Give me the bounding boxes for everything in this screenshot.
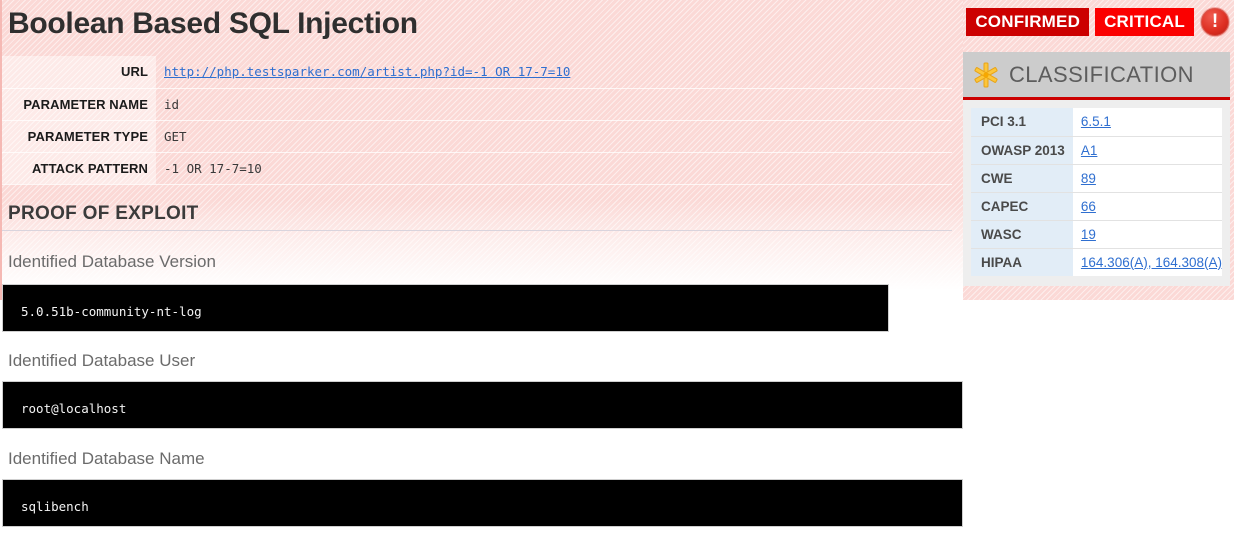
detail-value-parameter-type: GET [156, 120, 952, 153]
classification-panel: CLASSIFICATION PCI 3.1 6.5.1 OWASP 2013 … [963, 52, 1230, 286]
classification-link-owasp[interactable]: A1 [1081, 143, 1098, 158]
detail-value-url: http://php.testsparker.com/artist.php?id… [156, 56, 952, 89]
table-row: URL http://php.testsparker.com/artist.ph… [2, 56, 952, 89]
classification-value-hipaa: 164.306(A), 164.308(A) [1072, 248, 1222, 276]
classification-link-cwe[interactable]: 89 [1081, 171, 1096, 186]
table-row: HIPAA 164.306(A), 164.308(A) [971, 248, 1222, 276]
code-text: sqlibench [21, 499, 89, 514]
status-badge-critical: CRITICAL [1095, 8, 1194, 36]
classification-value-cwe: 89 [1072, 164, 1222, 193]
proof-label-database-name: Identified Database Name [8, 449, 205, 468]
classification-label-pci: PCI 3.1 [971, 108, 1073, 137]
table-row: PCI 3.1 6.5.1 [971, 108, 1222, 137]
classification-link-capec[interactable]: 66 [1081, 199, 1096, 214]
table-row: WASC 19 [971, 220, 1222, 249]
classification-table: PCI 3.1 6.5.1 OWASP 2013 A1 CWE 89 CAPEC… [971, 108, 1222, 276]
classification-value-wasc: 19 [1072, 220, 1222, 249]
table-row: OWASP 2013 A1 [971, 136, 1222, 165]
detail-value-attack-pattern: -1 OR 17-7=10 [156, 152, 952, 185]
classification-value-pci: 6.5.1 [1072, 108, 1222, 137]
section-divider [2, 230, 952, 231]
proof-output-database-name: sqlibench [2, 479, 963, 527]
classification-label-owasp: OWASP 2013 [971, 136, 1073, 165]
target-url-link[interactable]: http://php.testsparker.com/artist.php?id… [164, 64, 570, 79]
classification-label-capec: CAPEC [971, 192, 1073, 221]
proof-label-database-version: Identified Database Version [8, 252, 216, 271]
code-text: 5.0.51b-community-nt-log [21, 304, 202, 319]
classification-panel-title: CLASSIFICATION [1009, 61, 1194, 87]
vulnerability-report-page: Boolean Based SQL Injection CONFIRMED CR… [0, 0, 1234, 536]
table-row: CWE 89 [971, 164, 1222, 193]
classification-label-cwe: CWE [971, 164, 1073, 193]
detail-label-parameter-type: PARAMETER TYPE [2, 120, 156, 153]
classification-label-hipaa: HIPAA [971, 248, 1073, 276]
exclamation-glyph: ! [1211, 11, 1219, 32]
proof-output-database-user: root@localhost [2, 381, 963, 429]
classification-link-hipaa[interactable]: 164.306(A), 164.308(A) [1081, 255, 1222, 270]
table-row: CAPEC 66 [971, 192, 1222, 221]
classification-link-pci[interactable]: 6.5.1 [1081, 114, 1111, 129]
table-row: PARAMETER NAME id [2, 88, 952, 121]
asterisk-star-icon [974, 62, 998, 87]
status-badge-group: CONFIRMED CRITICAL ! [966, 7, 1230, 37]
page-title: Boolean Based SQL Injection [8, 7, 418, 40]
detail-value-parameter-name: id [156, 88, 952, 121]
proof-of-exploit-heading: PROOF OF EXPLOIT [8, 203, 199, 224]
detail-label-attack-pattern: ATTACK PATTERN [2, 152, 156, 185]
classification-link-wasc[interactable]: 19 [1081, 227, 1096, 242]
table-row: ATTACK PATTERN -1 OR 17-7=10 [2, 152, 952, 185]
code-text: root@localhost [21, 401, 127, 416]
detail-label-parameter-name: PARAMETER NAME [2, 88, 156, 121]
table-row: PARAMETER TYPE GET [2, 120, 952, 153]
proof-label-database-user: Identified Database User [8, 351, 196, 370]
classification-panel-header: CLASSIFICATION [963, 52, 1230, 100]
exclamation-circle-icon: ! [1200, 7, 1230, 37]
classification-value-capec: 66 [1072, 192, 1222, 221]
vulnerability-detail-table: URL http://php.testsparker.com/artist.ph… [2, 56, 952, 185]
status-badge-confirmed: CONFIRMED [966, 8, 1090, 36]
classification-value-owasp: A1 [1072, 136, 1222, 165]
proof-output-database-version: 5.0.51b-community-nt-log [2, 284, 889, 332]
detail-label-url: URL [2, 56, 156, 89]
classification-label-wasc: WASC [971, 220, 1073, 249]
